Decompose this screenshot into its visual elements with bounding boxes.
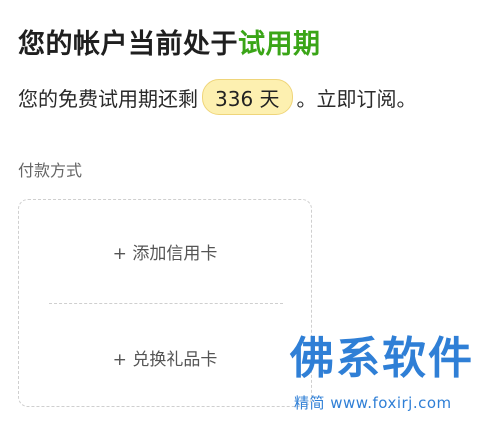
title-accent-trial: 试用期 xyxy=(238,29,321,60)
trial-status-page: 您的帐户当前处于试用期 您的免费试用期还剩 336 天 。立即订阅。 付款方式 … xyxy=(0,0,500,428)
redeem-gift-card-button[interactable]: + 兑换礼品卡 xyxy=(19,345,311,370)
page-title: 您的帐户当前处于试用期 xyxy=(18,22,321,61)
add-credit-card-button[interactable]: + 添加信用卡 xyxy=(19,239,311,264)
payment-method-box: + 添加信用卡 + 兑换礼品卡 xyxy=(18,199,312,407)
payment-method-label: 付款方式 xyxy=(18,161,83,180)
watermark: 佛系软件 精简 www.foxirj.com xyxy=(290,334,495,416)
title-prefix: 您的帐户当前处于 xyxy=(18,29,238,60)
payment-divider xyxy=(49,303,283,304)
days-remaining-badge: 336 天 xyxy=(202,79,293,115)
watermark-url: 精简 www.foxirj.com xyxy=(294,394,452,412)
watermark-logo-text: 佛系软件 xyxy=(290,333,474,384)
trial-remaining-line: 您的免费试用期还剩 336 天 。立即订阅。 xyxy=(18,79,417,115)
trial-text-before: 您的免费试用期还剩 xyxy=(18,86,198,111)
subscribe-now-link[interactable]: 。立即订阅。 xyxy=(297,83,417,112)
